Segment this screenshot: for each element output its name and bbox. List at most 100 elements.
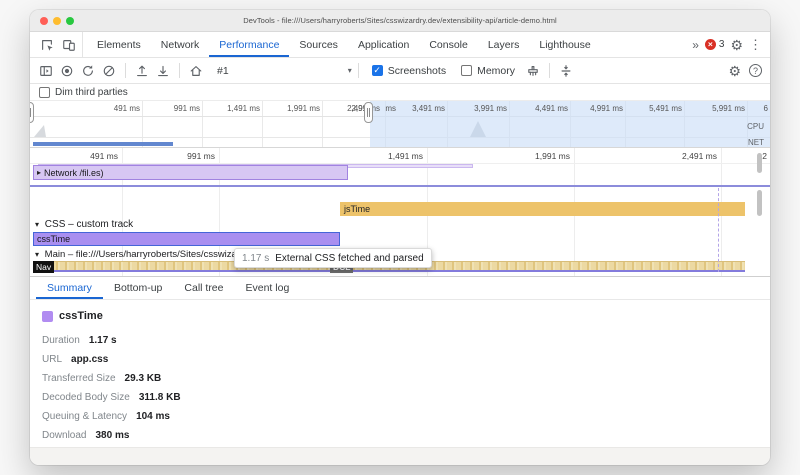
summary-row-download: Download380 ms: [42, 426, 770, 445]
tab-elements[interactable]: Elements: [87, 32, 151, 57]
ruler-tick: 1,491 ms: [388, 151, 423, 161]
ruler-tick: 4,491 ms: [535, 104, 568, 113]
summary-title-row: cssTime: [42, 310, 770, 322]
overview-left-handle[interactable]: [30, 102, 34, 123]
tab-call-tree[interactable]: Call tree: [173, 277, 234, 299]
help-icon[interactable]: ?: [749, 64, 762, 77]
network-track-bar[interactable]: ▸ Network /fil.es): [33, 165, 348, 180]
tab-summary[interactable]: Summary: [36, 277, 103, 299]
nav-marker-badge: Nav: [33, 261, 54, 273]
summary-label: Duration: [42, 335, 80, 346]
memory-checkbox-wrap[interactable]: Memory: [461, 65, 515, 77]
screenshots-checkbox[interactable]: ✓: [372, 65, 383, 76]
error-count-badge[interactable]: × 3: [705, 39, 725, 50]
network-track-divider: [30, 185, 770, 187]
overview-network-bar: [33, 142, 173, 146]
collect-garbage-icon[interactable]: [523, 61, 543, 81]
ruler-tick: 1,491 ms: [227, 104, 260, 113]
tooltip-duration: 1.17 s: [242, 253, 269, 264]
tab-sources[interactable]: Sources: [289, 32, 348, 57]
more-options-icon[interactable]: ⋮: [749, 38, 762, 51]
tab-application[interactable]: Application: [348, 32, 419, 57]
toggle-sidebar-icon[interactable]: [36, 61, 56, 81]
toolbar-right-icons: ⚙ ?: [728, 64, 764, 78]
tabbar-left-icons: [34, 32, 83, 57]
record-icon[interactable]: [57, 61, 77, 81]
dim-third-parties-checkbox[interactable]: [39, 87, 50, 98]
ruler-tick: 491 ms: [114, 104, 140, 113]
expander-icon[interactable]: ▾: [35, 220, 39, 229]
ruler-tick: 5,991 ms: [712, 104, 745, 113]
window-title: DevTools - file:///Users/harryroberts/Si…: [243, 16, 557, 25]
ruler-tick: 991 ms: [174, 104, 200, 113]
memory-label: Memory: [477, 65, 515, 77]
zoom-window-button[interactable]: [66, 17, 74, 25]
summary-value: 29.3 KB: [125, 373, 162, 384]
summary-label: Transferred Size: [42, 373, 116, 384]
ruler-tick: 4,991 ms: [590, 104, 623, 113]
tab-lighthouse[interactable]: Lighthouse: [529, 32, 600, 57]
capture-settings-gear-icon[interactable]: ⚙: [728, 64, 741, 78]
vertical-scrollbar-thumb[interactable]: [757, 153, 762, 173]
window-footer: [30, 447, 770, 465]
grid-line: [262, 101, 263, 147]
tab-event-log[interactable]: Event log: [235, 277, 301, 299]
summary-label: URL: [42, 354, 62, 365]
tab-network[interactable]: Network: [151, 32, 210, 57]
jstime-bar[interactable]: jsTime: [340, 202, 745, 216]
network-request-label: /fil.es): [80, 168, 104, 178]
net-row-label: NET: [748, 138, 764, 147]
timeline-overview[interactable]: 491 ms991 ms1,491 ms1,991 ms2,992,491 ms…: [30, 101, 770, 148]
tab-bottom-up[interactable]: Bottom-up: [103, 277, 173, 299]
expander-icon[interactable]: ▸: [37, 168, 41, 177]
reload-and-record-icon[interactable]: [78, 61, 98, 81]
ruler-tick: 5,491 ms: [649, 104, 682, 113]
overview-right-handle[interactable]: [364, 102, 373, 123]
divider: [125, 63, 126, 78]
summary-value: app.css: [71, 354, 108, 365]
summary-rows: Duration1.17 sURLapp.cssTransferred Size…: [42, 331, 770, 445]
history-selected-item[interactable]: #1: [217, 65, 229, 77]
inspect-element-icon[interactable]: [37, 35, 57, 55]
summary-value: 380 ms: [95, 430, 129, 441]
vertical-scrollbar-thumb[interactable]: [757, 190, 762, 216]
tab-console[interactable]: Console: [419, 32, 478, 57]
cpu-row-label: CPU: [747, 122, 764, 131]
csstime-bar[interactable]: cssTime: [33, 232, 340, 246]
devtools-tabs: ElementsNetworkPerformanceSourcesApplica…: [87, 32, 601, 57]
expander-icon[interactable]: ▾: [35, 250, 39, 259]
summary-label: Decoded Body Size: [42, 392, 130, 403]
entry-color-swatch: [42, 311, 53, 322]
memory-checkbox[interactable]: [461, 65, 472, 76]
tab-layers[interactable]: Layers: [478, 32, 530, 57]
screenshots-label: Screenshots: [388, 65, 446, 77]
traffic-lights: [40, 17, 74, 25]
ruler-tick: 6: [764, 104, 768, 113]
css-track-label: CSS – custom track: [45, 219, 133, 230]
settings-gear-icon[interactable]: ⚙: [730, 38, 743, 52]
load-profile-icon[interactable]: [132, 61, 152, 81]
flame-chart[interactable]: 491 ms991 ms1,491 ms1,991 ms2,491 ms2 ▸ …: [30, 148, 770, 277]
clear-icon[interactable]: [99, 61, 119, 81]
ruler-tick: 991 ms: [187, 151, 215, 161]
summary-value: 311.8 KB: [139, 392, 181, 403]
error-count: 3: [719, 39, 725, 50]
more-tabs-icon[interactable]: »: [692, 38, 699, 52]
history-dropdown-icon[interactable]: ▾: [348, 66, 352, 75]
close-window-button[interactable]: [40, 17, 48, 25]
live-metrics-home-icon[interactable]: [186, 61, 206, 81]
divider: [358, 63, 359, 78]
compress-arrows-icon[interactable]: [556, 61, 576, 81]
save-profile-icon[interactable]: [153, 61, 173, 81]
devtools-tabbar: ElementsNetworkPerformanceSourcesApplica…: [30, 32, 770, 58]
screenshots-checkbox-wrap[interactable]: ✓ Screenshots: [372, 65, 446, 77]
minimize-window-button[interactable]: [53, 17, 61, 25]
summary-label: Queuing & Latency: [42, 411, 127, 422]
ruler-tick: 2,491 ms: [682, 151, 717, 161]
tabbar-right: » × 3 ⚙ ⋮: [692, 32, 766, 57]
summary-value: 104 ms: [136, 411, 170, 422]
jstime-label: jsTime: [344, 204, 370, 214]
tab-performance[interactable]: Performance: [209, 32, 289, 57]
device-toolbar-icon[interactable]: [59, 35, 79, 55]
css-custom-track-header[interactable]: ▾ CSS – custom track: [35, 219, 133, 230]
